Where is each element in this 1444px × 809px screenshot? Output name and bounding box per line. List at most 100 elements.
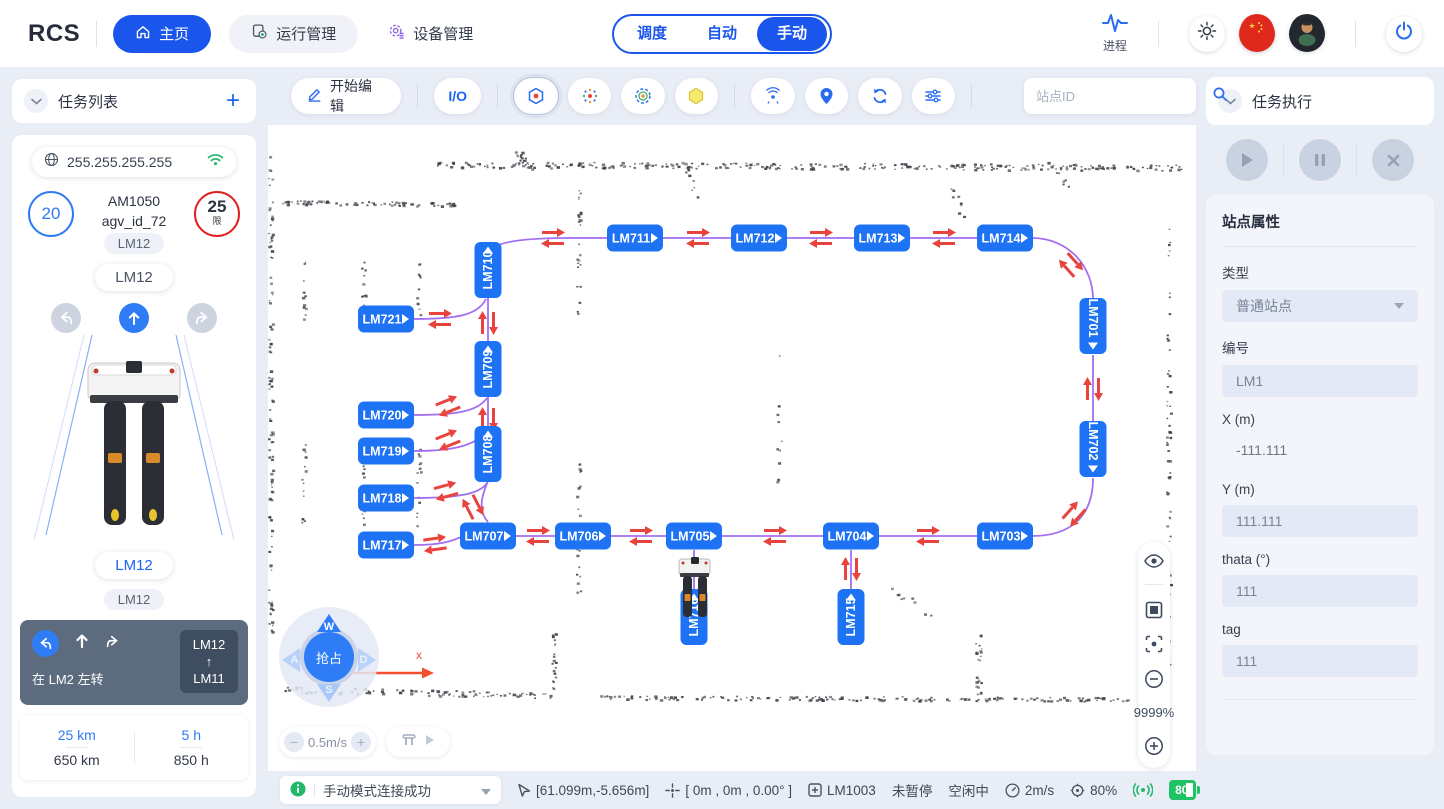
manual-speed-control: − 0.5m/s + (279, 727, 376, 757)
user-avatar[interactable] (1289, 16, 1325, 52)
layer-zone-button[interactable] (675, 78, 718, 114)
nav-item-device[interactable]: 设备管理 (366, 15, 495, 53)
divider (96, 21, 97, 47)
fork-control[interactable] (386, 727, 450, 757)
vehicle-ip-pill[interactable]: 255.255.255.255 (32, 147, 236, 177)
start-edit-button[interactable]: 开始编辑 (291, 78, 401, 114)
tab-auto[interactable]: 自动 (687, 17, 757, 51)
sun-icon (1197, 21, 1217, 46)
theta-label: thata (°) (1222, 552, 1418, 567)
nav-hint-text: 在 LM2 左转 (32, 669, 180, 688)
plus-square-icon (808, 783, 822, 797)
cancel-button[interactable] (1372, 139, 1414, 181)
tag-input[interactable] (1222, 645, 1418, 677)
station-LM704[interactable]: LM704 (823, 523, 879, 550)
turn-right-icon (194, 311, 210, 325)
station-LM702[interactable]: LM702 (1080, 421, 1107, 477)
layer-stations-button[interactable] (514, 78, 557, 114)
turn-left-button[interactable] (51, 303, 81, 333)
joystick-left-button[interactable]: A (281, 647, 301, 673)
speed-increase-button[interactable]: + (351, 732, 371, 752)
code-input[interactable] (1222, 365, 1418, 397)
svg-text:LM702: LM702 (1086, 422, 1100, 461)
divider (417, 84, 418, 108)
cursor-position: [61.099m,-5.656m] (517, 783, 649, 798)
theta-input[interactable] (1222, 575, 1418, 607)
station-LM706[interactable]: LM706 (555, 523, 611, 550)
collapse-task-list-button[interactable] (24, 89, 48, 113)
navbar-right: 进程 (1102, 13, 1422, 54)
station-LM720[interactable]: LM720 (358, 402, 414, 429)
close-icon (1387, 154, 1400, 167)
station-search-input[interactable] (1036, 89, 1212, 104)
theme-toggle-button[interactable] (1189, 16, 1225, 52)
current-station-tag: LM12 (95, 552, 173, 579)
joystick-up-button[interactable]: W (316, 613, 342, 633)
svg-text:LM718: LM718 (363, 492, 402, 506)
status-message-pill[interactable]: 手动模式连接成功 (280, 776, 501, 804)
filter-button[interactable] (912, 78, 955, 114)
seize-button[interactable]: 抢占 (304, 632, 354, 682)
station-LM710[interactable]: LM710 (475, 242, 502, 298)
station-LM705[interactable]: LM705 (666, 523, 722, 550)
pin-button[interactable] (805, 78, 848, 114)
turn-right-button[interactable] (187, 303, 217, 333)
station-LM708[interactable]: LM708 (475, 426, 502, 482)
center-focus-icon[interactable] (1145, 635, 1163, 653)
add-task-button[interactable]: + (222, 91, 244, 111)
divider (1283, 145, 1284, 175)
station-LM703[interactable]: LM703 (977, 523, 1033, 550)
svg-text:LM712: LM712 (736, 232, 775, 246)
station-LM712[interactable]: LM712 (731, 225, 787, 252)
scatter-dots-icon (581, 87, 599, 105)
nav-item-operation[interactable]: 运行管理 (229, 15, 358, 53)
zoom-in-button[interactable] (1144, 736, 1164, 756)
forward-button[interactable] (119, 303, 149, 333)
station-properties-panel: 站点属性 类型 普通站点 编号 X (m) -111.111 Y (m) tha… (1206, 195, 1434, 755)
play-button[interactable] (1226, 139, 1268, 181)
process-button[interactable]: 进程 (1102, 13, 1128, 54)
station-LM717[interactable]: LM717 (358, 532, 414, 559)
station-LM721[interactable]: LM721 (358, 306, 414, 333)
rings-target-icon (634, 87, 652, 105)
divider (734, 84, 735, 108)
fork-icon (401, 733, 417, 752)
tab-manual[interactable]: 手动 (757, 17, 827, 51)
refresh-button[interactable] (858, 78, 901, 114)
chevron-down-icon (1394, 303, 1404, 309)
station-LM718[interactable]: LM718 (358, 485, 414, 512)
nav-item-home[interactable]: 主页 (113, 15, 211, 53)
joystick-down-button[interactable]: S (316, 683, 342, 703)
radar-button[interactable] (751, 78, 794, 114)
language-flag-button[interactable] (1239, 16, 1275, 52)
layer-pointcloud-button[interactable] (568, 78, 611, 114)
eye-icon[interactable] (1144, 554, 1164, 568)
io-button[interactable]: I/O (434, 78, 481, 114)
station-LM719[interactable]: LM719 (358, 438, 414, 465)
search-icon[interactable] (1212, 86, 1228, 107)
svg-text:LM701: LM701 (1086, 299, 1100, 338)
joystick-right-button[interactable]: D (357, 647, 377, 673)
tab-dispatch[interactable]: 调度 (617, 17, 687, 51)
svg-text:LM708: LM708 (481, 435, 495, 474)
station-LM709[interactable]: LM709 (475, 341, 502, 397)
power-button[interactable] (1386, 16, 1422, 52)
divider (497, 84, 498, 108)
layer-rings-button[interactable] (621, 78, 664, 114)
zoom-out-button[interactable] (1144, 669, 1164, 689)
station-LM715[interactable]: LM715 (838, 589, 865, 645)
home-icon (135, 24, 151, 44)
speed-decrease-button[interactable]: − (284, 732, 304, 752)
station-LM714[interactable]: LM714 (977, 225, 1033, 252)
station-LM713[interactable]: LM713 (854, 225, 910, 252)
svg-text:LM720: LM720 (363, 409, 402, 423)
station-LM701[interactable]: LM701 (1080, 298, 1107, 354)
type-select[interactable]: 普通站点 (1222, 290, 1418, 322)
minimap-toggle-icon[interactable] (1145, 601, 1163, 619)
pause-button[interactable] (1299, 139, 1341, 181)
y-input[interactable] (1222, 505, 1418, 537)
station-LM711[interactable]: LM711 (607, 225, 663, 252)
divider (1145, 584, 1163, 585)
divider (1356, 145, 1357, 175)
station-LM707[interactable]: LM707 (460, 523, 516, 550)
